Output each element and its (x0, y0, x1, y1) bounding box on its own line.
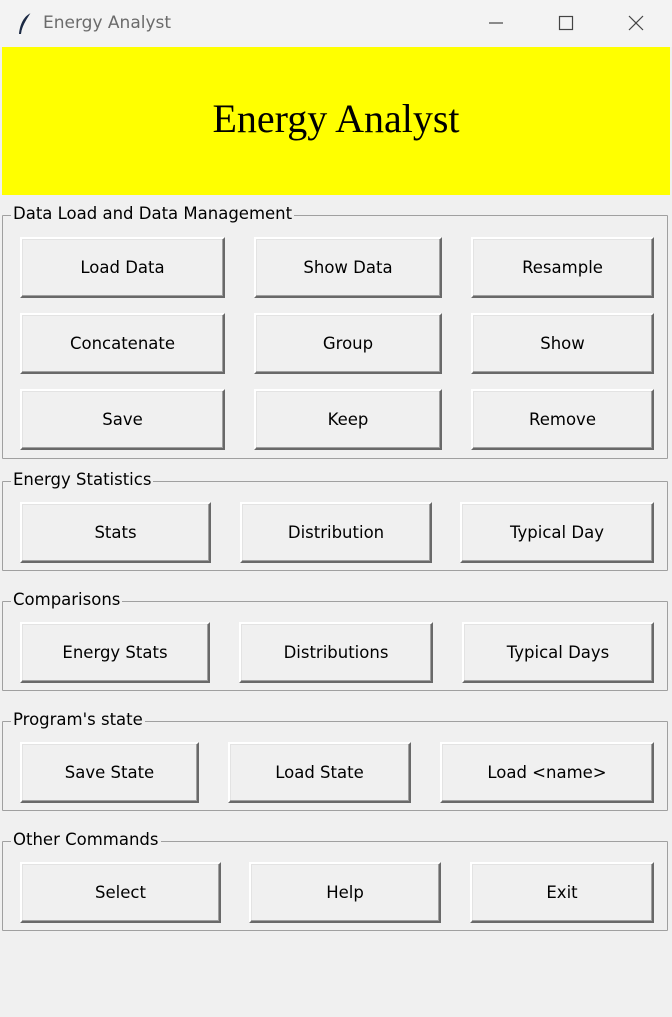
concatenate-button[interactable]: Concatenate (20, 313, 225, 374)
load-state-button[interactable]: Load State (228, 742, 411, 803)
save-state-button[interactable]: Save State (20, 742, 199, 803)
select-button[interactable]: Select (20, 862, 221, 923)
distributions-button[interactable]: Distributions (239, 622, 433, 683)
close-button[interactable] (601, 0, 671, 47)
load-data-button[interactable]: Load Data (20, 237, 225, 298)
other-commands-group: Other Commands Select Help Exit (2, 829, 668, 931)
resample-button[interactable]: Resample (471, 237, 654, 298)
typical-day-button[interactable]: Typical Day (460, 502, 654, 563)
data-management-group: Data Load and Data Management Load Data … (2, 203, 668, 459)
feather-icon (16, 12, 34, 36)
remove-button[interactable]: Remove (471, 389, 654, 450)
show-data-button[interactable]: Show Data (254, 237, 442, 298)
stats-button[interactable]: Stats (20, 502, 211, 563)
minimize-button[interactable] (461, 0, 531, 47)
keep-button[interactable]: Keep (254, 389, 442, 450)
energy-stats-button[interactable]: Energy Stats (20, 622, 210, 683)
programs-state-title: Program's state (11, 709, 145, 731)
other-commands-title: Other Commands (11, 829, 161, 851)
maximize-icon (558, 15, 574, 31)
comparisons-group: Comparisons Energy Stats Distributions T… (2, 589, 668, 691)
header-banner: Energy Analyst (2, 47, 670, 195)
close-icon (628, 15, 644, 31)
help-button[interactable]: Help (249, 862, 441, 923)
maximize-button[interactable] (531, 0, 601, 47)
distribution-button[interactable]: Distribution (240, 502, 432, 563)
energy-statistics-title: Energy Statistics (11, 469, 154, 491)
typical-days-button[interactable]: Typical Days (462, 622, 654, 683)
exit-button[interactable]: Exit (470, 862, 654, 923)
minimize-icon (489, 22, 503, 24)
load-name-button[interactable]: Load <name> (440, 742, 654, 803)
data-management-title: Data Load and Data Management (11, 203, 295, 225)
window-titlebar: Energy Analyst (0, 0, 672, 47)
window-title: Energy Analyst (43, 13, 172, 33)
group-button[interactable]: Group (254, 313, 442, 374)
programs-state-group: Program's state Save State Load State Lo… (2, 709, 668, 811)
show-button[interactable]: Show (471, 313, 654, 374)
energy-statistics-group: Energy Statistics Stats Distribution Typ… (2, 469, 668, 571)
comparisons-title: Comparisons (11, 589, 123, 611)
banner-title: Energy Analyst (212, 96, 460, 141)
save-button[interactable]: Save (20, 389, 225, 450)
